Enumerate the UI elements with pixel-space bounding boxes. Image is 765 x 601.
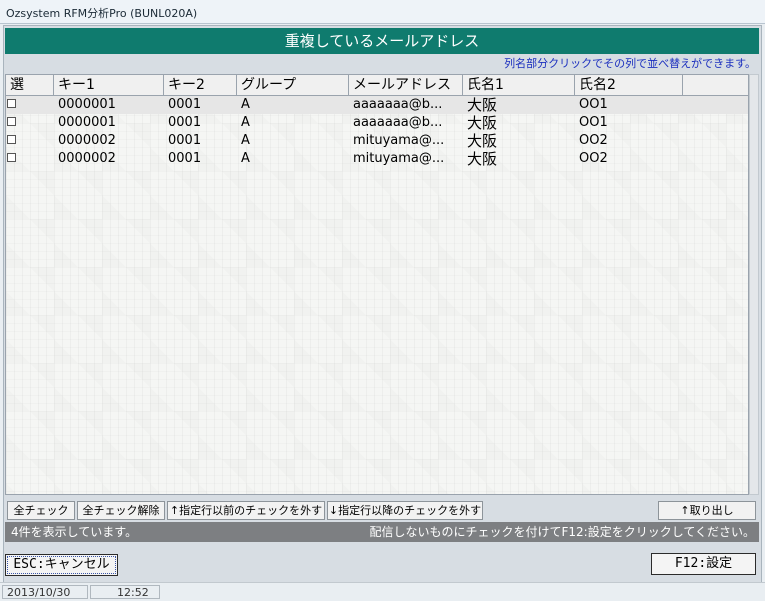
cell-key2: 0001	[168, 97, 202, 112]
cell-group: A	[241, 133, 250, 148]
cell-group: A	[241, 97, 250, 112]
column-name1[interactable]: 氏名1	[463, 75, 575, 95]
cell-name2: OO2	[579, 151, 608, 166]
duplicate-email-grid: 選 キー1 キー2 グループ メールアドレス 氏名1 氏名2 0000001 0…	[5, 74, 749, 495]
cell-name1: 大阪	[467, 150, 498, 168]
footer-date: 2013/10/30	[2, 585, 88, 599]
take-out-button[interactable]: ↑取り出し	[658, 501, 756, 520]
cell-key2: 0001	[168, 151, 202, 166]
cell-key1: 0000002	[58, 133, 116, 148]
uncheck-before-button[interactable]: ↑指定行以前のチェックを外す	[167, 501, 325, 520]
column-key1[interactable]: キー1	[54, 75, 164, 95]
row-checkbox[interactable]	[7, 117, 16, 126]
cancel-button[interactable]: ESC:キャンセル	[5, 554, 118, 576]
cell-email: mituyama@...	[353, 133, 445, 148]
table-row[interactable]: 0000001 0001 A aaaaaaa@b... 大阪 OO1	[6, 96, 748, 114]
set-button[interactable]: F12:設定	[651, 553, 756, 575]
row-checkbox[interactable]	[7, 153, 16, 162]
table-row[interactable]: 0000002 0001 A mituyama@... 大阪 OO2	[6, 150, 748, 168]
row-checkbox[interactable]	[7, 135, 16, 144]
cell-name2: OO1	[579, 97, 608, 112]
status-bar: 4件を表示しています。 配信しないものにチェックを付けてF12:設定をクリックし…	[5, 522, 759, 542]
cell-name2: OO2	[579, 133, 608, 148]
cell-key2: 0001	[168, 115, 202, 130]
sort-hint: 列名部分クリックでその列で並べ替えができます。	[504, 57, 756, 70]
cell-group: A	[241, 115, 250, 130]
cell-email: aaaaaaa@b...	[353, 97, 443, 112]
table-row[interactable]: 0000001 0001 A aaaaaaa@b... 大阪 OO1	[6, 114, 748, 132]
column-key2[interactable]: キー2	[164, 75, 237, 95]
cell-email: mituyama@...	[353, 151, 445, 166]
check-all-button[interactable]: 全チェック	[7, 501, 75, 520]
footer-time: 12:52	[90, 585, 160, 599]
cell-name1: 大阪	[467, 96, 498, 114]
cell-key1: 0000001	[58, 97, 116, 112]
uncheck-all-button[interactable]: 全チェック解除	[77, 501, 165, 520]
column-select[interactable]: 選	[6, 75, 54, 95]
uncheck-after-button[interactable]: ↓指定行以降のチェックを外す	[327, 501, 483, 520]
window-title: Ozsystem RFM分析Pro (BUNL020A)	[6, 7, 198, 20]
column-email[interactable]: メールアドレス	[349, 75, 463, 95]
footer-bar: 2013/10/30 12:52	[0, 582, 765, 601]
window-titlebar: Ozsystem RFM分析Pro (BUNL020A)	[0, 0, 765, 24]
vertical-scrollbar[interactable]	[749, 74, 759, 495]
cell-key1: 0000002	[58, 151, 116, 166]
grid-column-header: 選 キー1 キー2 グループ メールアドレス 氏名1 氏名2	[6, 75, 748, 96]
cell-name1: 大阪	[467, 132, 498, 150]
record-count: 4件を表示しています。	[11, 525, 138, 539]
table-row[interactable]: 0000002 0001 A mituyama@... 大阪 OO2	[6, 132, 748, 150]
status-instruction: 配信しないものにチェックを付けてF12:設定をクリックしてください。	[369, 525, 756, 539]
grid-toolbar: 全チェック 全チェック解除 ↑指定行以前のチェックを外す ↓指定行以降のチェック…	[5, 501, 759, 521]
column-name2[interactable]: 氏名2	[575, 75, 683, 95]
grid-rows: 0000001 0001 A aaaaaaa@b... 大阪 OO1 00000…	[6, 96, 748, 168]
cell-name1: 大阪	[467, 114, 498, 132]
cell-name2: OO1	[579, 115, 608, 130]
row-checkbox[interactable]	[7, 99, 16, 108]
column-group[interactable]: グループ	[237, 75, 349, 95]
cell-key2: 0001	[168, 133, 202, 148]
cell-group: A	[241, 151, 250, 166]
cell-email: aaaaaaa@b...	[353, 115, 443, 130]
cell-key1: 0000001	[58, 115, 116, 130]
page-title: 重複しているメールアドレス	[5, 28, 759, 54]
